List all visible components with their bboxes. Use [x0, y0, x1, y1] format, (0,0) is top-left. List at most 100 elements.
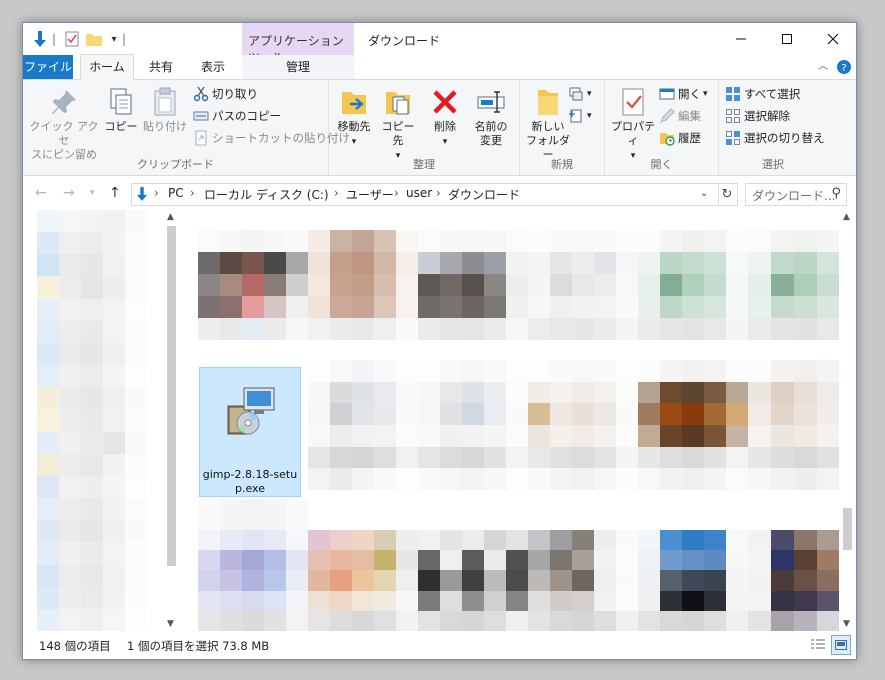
file-thumbnail[interactable]: [748, 360, 840, 490]
search-icon[interactable]: ⚲: [831, 186, 841, 201]
paste-icon: [154, 87, 176, 116]
file-thumbnail[interactable]: [638, 530, 748, 631]
copy-path-icon: [193, 111, 209, 121]
forward-arrow-icon[interactable]: →: [63, 185, 75, 201]
invert-selection-button[interactable]: 選択の切り替え: [725, 128, 825, 148]
clipboard-group-label: クリップボード: [137, 158, 214, 171]
navigation-pane-scrollbar[interactable]: ▲ ▼: [163, 210, 180, 631]
breadcrumb-user[interactable]: user: [406, 186, 432, 200]
large-icons-view-icon[interactable]: [831, 635, 851, 655]
address-history-chevron-icon[interactable]: ⌄: [700, 188, 708, 199]
scroll-down-arrow-icon[interactable]: ▼: [167, 619, 174, 629]
move-to-button[interactable]: 移動先 ▾: [333, 86, 375, 149]
file-name-line2: p.exe: [235, 482, 265, 495]
rename-icon: [477, 91, 505, 113]
file-list-area[interactable]: gimp-2.8.18-setu p.exe: [180, 210, 840, 631]
file-thumbnail[interactable]: [418, 530, 528, 631]
select-none-icon: [726, 109, 740, 123]
breadcrumb-downloads[interactable]: ダウンロード: [448, 186, 520, 203]
select-group: すべて選択 選択解除 選択の切り替え 選択: [719, 80, 827, 175]
select-all-button[interactable]: すべて選択: [725, 84, 800, 104]
selected-file-item[interactable]: gimp-2.8.18-setu p.exe: [199, 367, 301, 497]
edit-button[interactable]: 編集: [659, 106, 701, 126]
breadcrumb-pc[interactable]: PC: [168, 186, 184, 200]
select-group-label: 選択: [762, 158, 784, 171]
rename-button[interactable]: 名前の 変更: [467, 86, 515, 148]
easy-access-button[interactable]: ▾: [568, 106, 592, 126]
qa-customize-chevron-icon[interactable]: ▾: [107, 29, 121, 49]
status-bar: 148 個の項目 1 個の項目を選択 73.8 MB: [23, 631, 856, 659]
cut-button[interactable]: 切り取り: [193, 84, 258, 104]
tab-share[interactable]: 共有: [141, 55, 181, 79]
file-thumbnail[interactable]: [528, 360, 638, 490]
history-button[interactable]: 履歴: [659, 128, 701, 148]
maximize-button[interactable]: [764, 23, 810, 55]
quick-access-down-arrow-icon[interactable]: [31, 29, 49, 49]
navigation-pane[interactable]: [23, 210, 180, 631]
file-thumbnail[interactable]: [198, 500, 308, 530]
new-folder-button[interactable]: 新しい フォルダー: [524, 86, 572, 162]
copy-icon: [110, 88, 132, 115]
pin-quick-access-button[interactable]: クイック アクセ スにピン留め: [29, 86, 99, 162]
file-thumbnail[interactable]: [308, 530, 418, 631]
ribbon: クイック アクセ スにピン留め コピー 貼り付け 切り取り パスのコピー ショー…: [23, 80, 856, 176]
file-thumbnail[interactable]: [528, 530, 638, 631]
file-thumbnail[interactable]: [748, 530, 840, 631]
minimize-button[interactable]: [718, 23, 764, 55]
copy-to-icon: [386, 92, 410, 115]
search-input[interactable]: ダウンロード... ⚲: [745, 183, 847, 206]
file-thumbnail[interactable]: [638, 230, 748, 340]
refresh-icon[interactable]: ↻: [717, 183, 738, 206]
file-thumbnail[interactable]: [198, 230, 308, 340]
paste-shortcut-button[interactable]: ショートカットの貼り付け: [193, 128, 350, 148]
scroll-down-arrow-icon[interactable]: ▼: [843, 619, 850, 629]
breadcrumb-users[interactable]: ユーザー: [346, 186, 394, 203]
qa-separator: |: [51, 32, 57, 46]
details-view-icon[interactable]: [809, 635, 827, 653]
move-to-icon: [342, 92, 366, 114]
properties-qa-icon[interactable]: [63, 29, 81, 49]
paste-button[interactable]: 貼り付け: [141, 86, 189, 134]
open-button[interactable]: 開く ▾: [659, 84, 708, 104]
file-thumbnail[interactable]: [418, 360, 528, 490]
back-arrow-icon[interactable]: ←: [35, 185, 47, 201]
new-folder-icon: [538, 90, 558, 115]
file-thumbnail[interactable]: [748, 230, 840, 340]
copy-button[interactable]: コピー: [103, 86, 139, 134]
new-item-button[interactable]: ▾: [568, 84, 592, 104]
breadcrumb[interactable]: › PC › ローカル ディスク (C:) › ユーザー › user › ダウ…: [131, 183, 719, 206]
item-count: 148 個の項目: [39, 639, 111, 653]
breadcrumb-local-disk[interactable]: ローカル ディスク (C:): [204, 186, 329, 203]
scroll-up-arrow-icon[interactable]: ▲: [843, 212, 850, 222]
tab-file[interactable]: ファイル: [23, 55, 73, 79]
svg-text:?: ?: [841, 63, 846, 74]
delete-button[interactable]: 削除 ▾: [425, 86, 465, 149]
file-thumbnail[interactable]: [418, 230, 528, 340]
organize-group: 移動先 ▾ コピー先 ▾ 削除 ▾ 名前の 変更 整理: [329, 80, 520, 175]
select-none-button[interactable]: 選択解除: [725, 106, 790, 126]
pin-label-line1: クイック アクセ: [29, 120, 99, 147]
help-icon[interactable]: ?: [835, 55, 853, 79]
file-thumbnail[interactable]: [308, 360, 418, 490]
close-button[interactable]: [810, 23, 856, 55]
scrollbar-thumb[interactable]: [843, 508, 852, 550]
up-arrow-icon[interactable]: ↑: [109, 185, 121, 201]
tab-home[interactable]: ホーム: [80, 54, 134, 80]
recent-locations-chevron-icon[interactable]: ▾: [90, 188, 95, 198]
tab-manage[interactable]: 管理: [242, 55, 354, 79]
new-folder-qa-icon[interactable]: [85, 29, 103, 49]
properties-button[interactable]: プロパティ ▾: [607, 86, 659, 163]
copy-to-button[interactable]: コピー先 ▾: [377, 86, 419, 163]
new-item-icon: [569, 87, 583, 101]
scroll-up-arrow-icon[interactable]: ▲: [167, 212, 174, 222]
collapse-ribbon-chevron-icon[interactable]: ︿: [815, 55, 831, 79]
breadcrumb-separator-icon: ›: [436, 186, 441, 200]
tab-view[interactable]: 表示: [193, 55, 233, 79]
scrollbar-thumb[interactable]: [167, 226, 176, 566]
copy-path-button[interactable]: パスのコピー: [193, 106, 281, 126]
file-thumbnail[interactable]: [528, 230, 638, 340]
file-thumbnail[interactable]: [308, 230, 418, 340]
file-thumbnail[interactable]: [638, 360, 748, 490]
file-thumbnail[interactable]: [198, 530, 308, 631]
file-list-scrollbar[interactable]: ▲ ▼: [839, 210, 856, 631]
